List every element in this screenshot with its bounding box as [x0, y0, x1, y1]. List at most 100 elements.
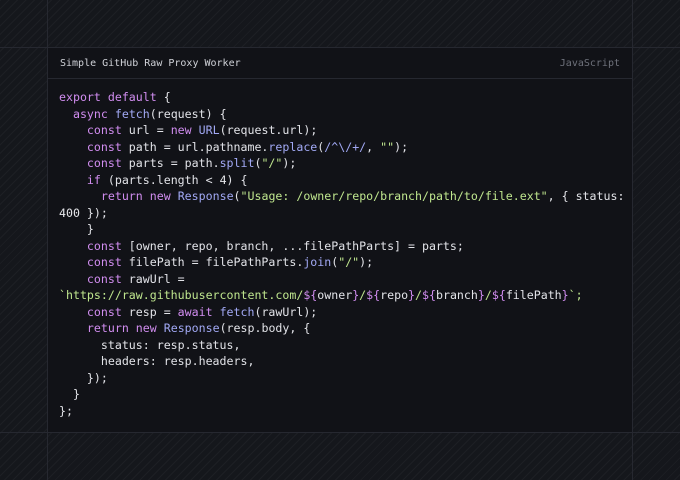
code-token: }	[477, 288, 485, 302]
code-line: async fetch(request) {	[59, 106, 632, 123]
code-line: `https://raw.githubusercontent.com/${own…	[59, 287, 632, 304]
code-token: await	[177, 304, 213, 319]
code-token: url =	[121, 123, 171, 137]
code-line: if (parts.length < 4) {	[59, 172, 632, 189]
code-line: }	[59, 386, 632, 403]
code-token: /	[484, 288, 492, 302]
code-token: }	[59, 222, 94, 236]
code-token: const	[86, 139, 122, 154]
code-token: const	[86, 271, 122, 286]
code-token: replace	[268, 139, 318, 154]
code-token: path = url.pathname.	[121, 139, 269, 154]
code-token: "/"	[261, 156, 283, 170]
code-token: new	[135, 321, 157, 335]
code-token: const	[86, 304, 122, 319]
code-token: new	[149, 189, 171, 203]
code-line: return new Response(resp.body, {	[59, 320, 632, 337]
code-token: fetch	[114, 106, 150, 121]
code-token: 400	[59, 205, 80, 220]
code-token: parts = path.	[121, 156, 220, 170]
code-token: `;	[568, 288, 583, 302]
code-line: }	[59, 221, 632, 238]
code-token: ) {	[226, 172, 248, 187]
code-title: Simple GitHub Raw Proxy Worker	[60, 57, 241, 69]
code-token: (request) {	[149, 106, 227, 121]
code-token: /^\/+/	[324, 139, 367, 154]
code-card: Simple GitHub Raw Proxy Worker JavaScrip…	[48, 48, 632, 432]
code-token: }	[561, 288, 569, 302]
code-token: );	[394, 139, 409, 154]
code-token: (request.url);	[219, 123, 318, 137]
code-line: const [owner, repo, branch, ...filePathP…	[59, 238, 632, 255]
code-line: });	[59, 370, 632, 387]
code-token: filePath	[505, 288, 562, 302]
code-block[interactable]: export default { async fetch(request) { …	[48, 79, 632, 419]
code-token: ,	[366, 139, 381, 154]
code-token: new	[170, 123, 192, 137]
code-token: );	[282, 156, 297, 170]
code-token: URL	[198, 123, 220, 137]
code-line: const path = url.pathname.replace(/^\/+/…	[59, 139, 632, 156]
code-line: const url = new URL(request.url);	[59, 122, 632, 139]
code-token: ${	[422, 288, 436, 302]
code-line: const resp = await fetch(rawUrl);	[59, 304, 632, 321]
code-token: [owner, repo, branch, ...filePathParts] …	[121, 238, 464, 253]
code-token: export default	[59, 90, 157, 104]
code-token: ${	[491, 288, 506, 302]
code-token: );	[359, 255, 374, 269]
code-token: async	[72, 106, 108, 121]
code-line: status: resp.status,	[59, 337, 632, 354]
code-token: 4	[219, 172, 227, 187]
code-token: };	[59, 403, 73, 418]
code-token: , { status:	[547, 189, 625, 203]
frame-line-bottom	[0, 432, 680, 433]
code-line: headers: resp.headers,	[59, 353, 632, 370]
code-token: const	[86, 123, 122, 137]
code-token: if	[86, 172, 101, 187]
code-token: filePath = filePathParts.	[121, 255, 304, 269]
language-label: JavaScript	[559, 57, 620, 69]
code-token: rawUrl =	[121, 271, 185, 286]
code-token: branch	[435, 288, 478, 302]
code-token: (	[233, 189, 241, 203]
code-token: const	[86, 156, 122, 170]
code-token: `https://raw.githubusercontent.com/	[59, 288, 304, 302]
code-card-header: Simple GitHub Raw Proxy Worker JavaScrip…	[48, 48, 632, 79]
code-line: };	[59, 403, 632, 420]
code-token: });	[79, 205, 108, 220]
code-token: (parts.length <	[100, 172, 220, 187]
code-token: fetch	[219, 304, 255, 319]
code-token: (resp.body, {	[219, 321, 311, 335]
code-token: "/"	[338, 255, 360, 269]
code-token: const	[86, 238, 122, 253]
code-line: 400 });	[59, 205, 632, 222]
code-token: status: resp.status,	[59, 337, 241, 352]
code-line: const filePath = filePathParts.join("/")…	[59, 254, 632, 271]
code-token: repo	[380, 288, 409, 302]
code-token: {	[156, 90, 171, 104]
frame-line-right	[632, 0, 633, 480]
code-token: /	[415, 288, 423, 302]
code-token: Response	[177, 189, 234, 203]
code-token: ""	[380, 139, 395, 154]
code-token: (rawUrl);	[254, 304, 318, 319]
code-token: "Usage: /owner/repo/branch/path/to/file.…	[240, 189, 548, 203]
code-line: const parts = path.split("/");	[59, 155, 632, 172]
code-token: return	[100, 189, 143, 203]
code-token: }	[59, 387, 80, 401]
code-token: resp =	[121, 304, 178, 319]
